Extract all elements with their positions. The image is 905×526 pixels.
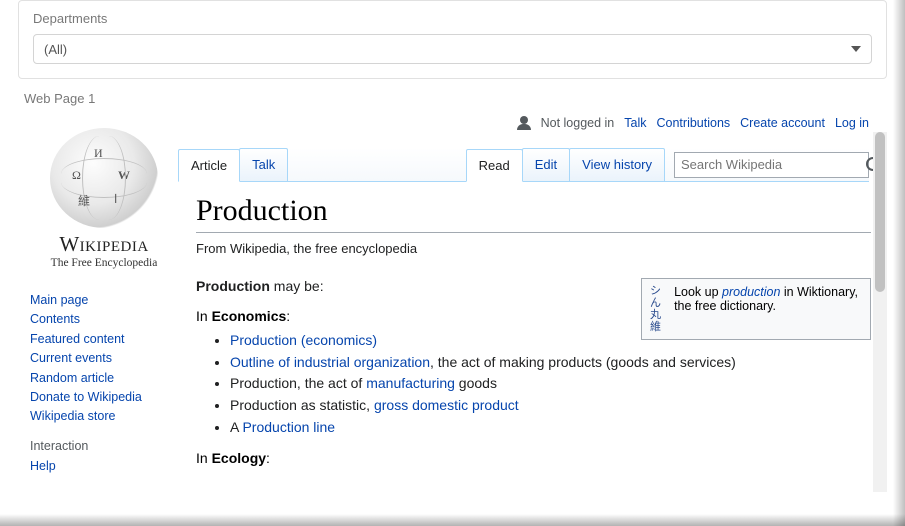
sidebar-item-help[interactable]: Help (30, 457, 178, 476)
link-production-economics[interactable]: Production (economics) (230, 332, 377, 348)
wiki-tagline: The Free Encyclopedia (38, 257, 170, 269)
personal-tools: Not logged in Talk Contributions Create … (517, 116, 869, 130)
not-logged-in-label: Not logged in (541, 116, 615, 130)
sidebar-item-contents[interactable]: Contents (30, 310, 178, 329)
tab-talk[interactable]: Talk (239, 148, 288, 181)
sidebar-heading-interaction: Interaction (30, 439, 178, 453)
link-manufacturing[interactable]: manufacturing (366, 375, 455, 391)
article-body: Production From Wikipedia, the free ency… (178, 194, 871, 466)
article-subtitle: From Wikipedia, the free encyclopedia (196, 241, 871, 256)
page-label: Web Page 1 (24, 91, 905, 106)
search-icon[interactable] (863, 154, 868, 176)
wiki-wordmark: Wikipedia (38, 232, 170, 257)
toplink-create-account[interactable]: Create account (740, 116, 825, 130)
tab-article[interactable]: Article (178, 149, 240, 182)
list-item: Production as statistic, gross domestic … (230, 395, 871, 417)
scrollbar[interactable] (873, 132, 887, 492)
wiki-logo[interactable]: ΩW維Иا Wikipedia The Free Encyclopedia (38, 128, 170, 269)
tab-bar: Article Talk Read Edit View history (178, 148, 869, 182)
wiktionary-box: シん丸 維 Look up production in Wiktionary, … (641, 278, 871, 340)
sidebar-item-featured[interactable]: Featured content (30, 330, 178, 349)
link-gdp[interactable]: gross domestic product (374, 397, 519, 413)
filter-select[interactable]: (All) (33, 34, 872, 64)
link-production-line[interactable]: Production line (242, 419, 335, 435)
chevron-down-icon (851, 46, 861, 52)
sidebar-item-donate[interactable]: Donate to Wikipedia (30, 388, 178, 407)
list-economics: Production (economics) Outline of indust… (230, 330, 871, 438)
tab-read[interactable]: Read (466, 149, 523, 182)
wiki-sidebar: ΩW維Иا Wikipedia The Free Encyclopedia Ma… (18, 112, 178, 492)
article-title: Production (196, 194, 871, 233)
sidebar-nav: Main page Contents Featured content Curr… (30, 291, 178, 476)
filter-value: (All) (44, 42, 67, 57)
tab-edit[interactable]: Edit (522, 148, 570, 181)
section-ecology: In Ecology: (196, 450, 871, 466)
wiki-main: Not logged in Talk Contributions Create … (178, 112, 887, 492)
sidebar-item-main-page[interactable]: Main page (30, 291, 178, 310)
sidebar-item-current-events[interactable]: Current events (30, 349, 178, 368)
wiktionary-text: Look up production in Wiktionary, the fr… (674, 285, 862, 333)
filter-panel: Departments (All) (18, 0, 887, 79)
toplink-log-in[interactable]: Log in (835, 116, 869, 130)
scrollbar-thumb[interactable] (875, 132, 885, 292)
toplink-talk[interactable]: Talk (624, 116, 646, 130)
user-icon (517, 116, 531, 130)
list-item: A Production line (230, 417, 871, 439)
wiktionary-link[interactable]: production (722, 285, 780, 299)
search-box[interactable] (674, 152, 869, 178)
toplink-contributions[interactable]: Contributions (657, 116, 731, 130)
tab-view-history[interactable]: View history (569, 148, 665, 181)
filter-label: Departments (33, 11, 872, 26)
sidebar-item-store[interactable]: Wikipedia store (30, 407, 178, 426)
sidebar-item-random[interactable]: Random article (30, 369, 178, 388)
link-outline-industrial-org[interactable]: Outline of industrial organization (230, 354, 430, 370)
wiktionary-icon: シん丸 維 (650, 285, 666, 333)
globe-icon: ΩW維Иا (50, 128, 158, 228)
list-item: Outline of industrial organization, the … (230, 352, 871, 374)
webpage-frame: ΩW維Иا Wikipedia The Free Encyclopedia Ma… (18, 112, 887, 492)
search-input[interactable] (675, 157, 863, 172)
list-item: Production, the act of manufacturing goo… (230, 373, 871, 395)
